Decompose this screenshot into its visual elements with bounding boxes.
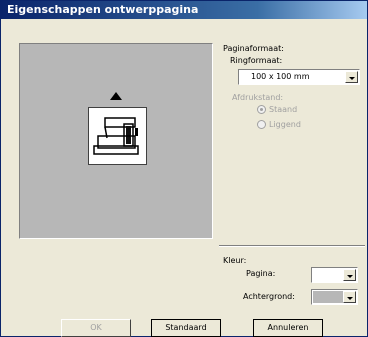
dialog-window: Eigenschappen ontwerppagina Paginaformaa…: [0, 0, 368, 337]
ok-button[interactable]: OK: [61, 319, 131, 337]
page-preview: [19, 43, 213, 239]
background-color-swatch: [313, 291, 343, 303]
color-label: Kleur:: [223, 256, 247, 265]
radio-portrait[interactable]: [257, 105, 266, 114]
orientation-label: Afdrukstand:: [232, 93, 284, 102]
ring-format-value: 100 x 100 mm: [251, 72, 310, 81]
page-color-swatch: [313, 269, 341, 281]
background-color-select[interactable]: [311, 289, 358, 305]
landscape-label: Liggend: [269, 120, 301, 129]
ring-format-select[interactable]: 100 x 100 mm: [238, 69, 360, 85]
page-format-label: Paginaformaat:: [223, 44, 284, 53]
default-button[interactable]: Standaard: [151, 319, 221, 337]
ring-format-label: Ringformaat:: [230, 56, 283, 65]
radio-landscape[interactable]: [257, 120, 266, 129]
page-color-select[interactable]: [311, 267, 358, 283]
page-color-label: Pagina:: [246, 269, 276, 278]
divider: [219, 245, 365, 247]
background-color-label: Achtergrond:: [243, 292, 295, 301]
chevron-down-icon[interactable]: [343, 269, 356, 281]
sewing-machine-icon: [88, 107, 147, 165]
chevron-down-icon[interactable]: [343, 291, 356, 303]
chevron-down-icon[interactable]: [345, 71, 358, 83]
cancel-button[interactable]: Annuleren: [253, 319, 323, 337]
triangle-up-icon: [110, 92, 122, 100]
portrait-label: Staand: [269, 105, 298, 114]
dialog-title: Eigenschappen ontwerppagina: [1, 1, 367, 19]
